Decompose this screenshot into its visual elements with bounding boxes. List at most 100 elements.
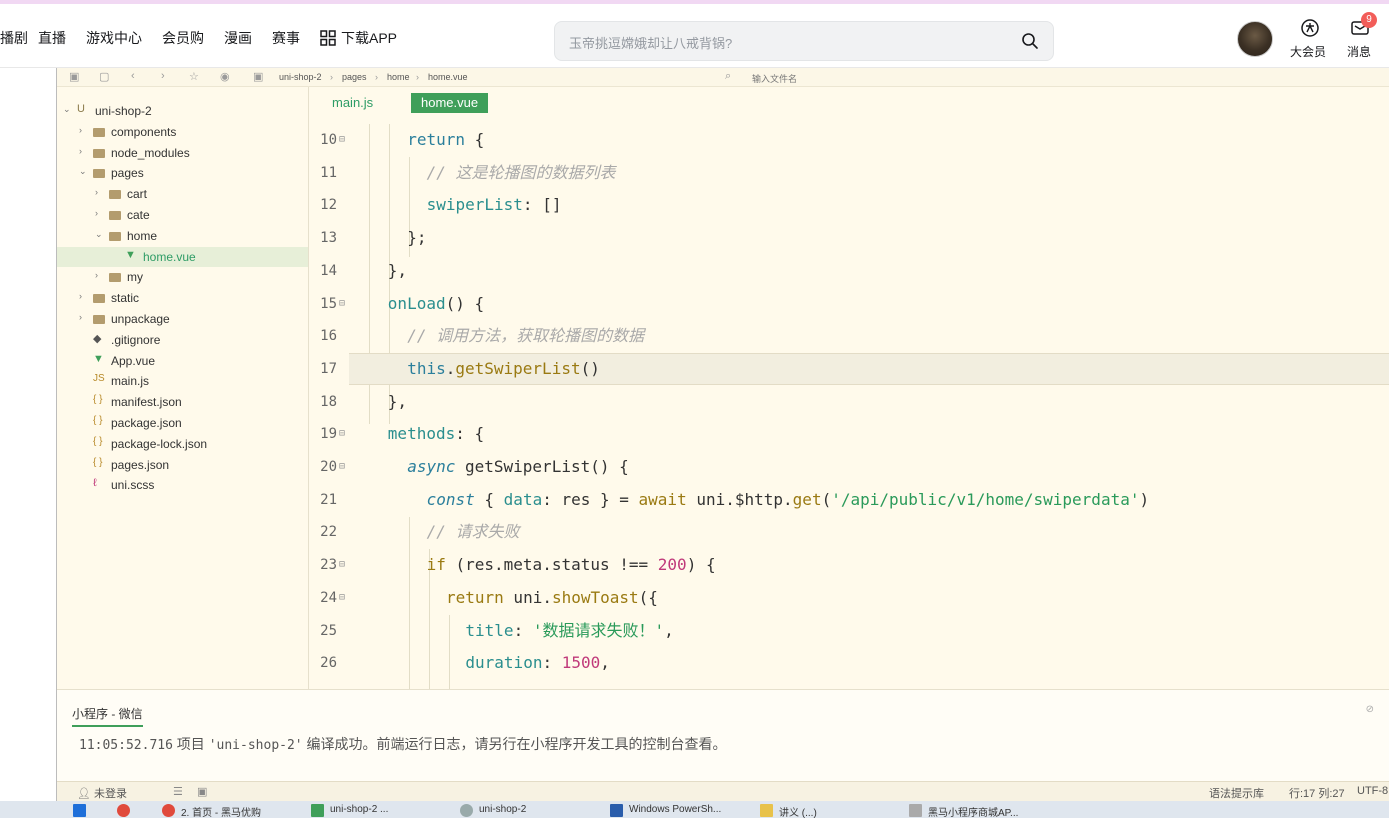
vip-label[interactable]: 大会员 [1290, 43, 1326, 60]
save-all-icon[interactable]: ▢ [99, 70, 109, 83]
tree-item[interactable]: { } manifest.json [57, 392, 308, 412]
code-line[interactable]: 24 ⊟ return uni.showToast({ [309, 582, 1389, 614]
code-line[interactable]: 13}; [309, 222, 1389, 254]
nav-item-drama[interactable]: 播剧 [0, 28, 28, 48]
fold-icon[interactable]: ⊟ [339, 549, 345, 581]
chevron-right-icon[interactable]: › [79, 146, 82, 156]
code-line[interactable]: 20 ⊟ async getSwiperList() { [309, 451, 1389, 483]
taskbar-app-6[interactable]: 黑马小程序商城AP... [909, 804, 1018, 819]
tree-item[interactable]: › unpackage [57, 309, 308, 329]
chevron-right-icon[interactable]: › [79, 291, 82, 301]
breadcrumb-pages[interactable]: pages [342, 72, 367, 82]
tree-item[interactable]: ⌄ home [57, 226, 308, 246]
messages-label[interactable]: 消息 [1347, 43, 1371, 60]
code-line[interactable]: 16 // 调用方法，获取轮播图的数据 [309, 320, 1389, 352]
search-icon[interactable] [1021, 32, 1039, 50]
search-input[interactable]: 玉帝挑逗嫦娥却让八戒背锅? [569, 33, 732, 52]
code-line[interactable]: 12 swiperList: [] [309, 189, 1389, 221]
fold-icon[interactable]: ⊟ [339, 288, 345, 320]
vue-file-icon: ▼ [93, 352, 104, 365]
fold-icon[interactable]: ⊟ [339, 418, 345, 450]
code-line[interactable]: 15 ⊟ onLoad() { [309, 288, 1389, 320]
tree-item[interactable]: › components [57, 122, 308, 142]
code-line[interactable]: 17 this.getSwiperList() [309, 353, 1389, 385]
vip-icon[interactable] [1300, 18, 1320, 38]
code-line[interactable]: 11 // 这是轮播图的数据列表 [309, 157, 1389, 189]
tree-item[interactable]: ⌄ Uuni-shop-2 [57, 101, 308, 121]
tree-item[interactable]: › cate [57, 205, 308, 225]
tree-item[interactable]: { } package.json [57, 413, 308, 433]
syntax-hint[interactable]: 语法提示库 [1209, 785, 1264, 801]
tree-item[interactable]: { } package-lock.json [57, 434, 308, 454]
nav-item-events[interactable]: 赛事 [272, 28, 300, 48]
tree-item[interactable]: ▼ App.vue [57, 351, 308, 371]
chevron-down-icon[interactable]: ⌄ [79, 166, 87, 177]
nav-item-vip-shop[interactable]: 会员购 [162, 28, 204, 48]
tab-home-vue[interactable]: home.vue [411, 93, 489, 113]
user-icon: 👤︎ [77, 788, 91, 800]
taskbar-app-3[interactable]: uni-shop-2 [460, 804, 526, 818]
code-line[interactable]: 18}, [309, 386, 1389, 418]
code-editor[interactable]: main.js home.vue 10 ⊟ return {11// 这是轮播图的数… [309, 87, 1389, 689]
fold-icon[interactable]: ⊟ [339, 451, 345, 483]
console-clear-icon[interactable]: ⊘ [1366, 704, 1374, 715]
save-icon[interactable]: ▣ [69, 70, 79, 83]
chevron-down-icon[interactable]: ⌄ [95, 229, 103, 240]
chevron-right-icon[interactable]: › [79, 125, 82, 135]
taskbar-app-1[interactable]: 2. 首页 - 黑马优购 [162, 804, 261, 819]
line-number: 17 [320, 360, 337, 377]
list-icon[interactable]: ☰ [173, 785, 183, 798]
tree-item[interactable]: › my [57, 267, 308, 287]
tree-item[interactable]: JS main.js [57, 371, 308, 391]
taskbar-app-4[interactable]: Windows PowerSh... [610, 804, 721, 818]
login-status[interactable]: 👤︎ 未登录 [77, 785, 127, 801]
nav-item-download-app[interactable]: 下载APP [320, 28, 397, 48]
code-line[interactable]: 26 duration: 1500, [309, 647, 1389, 679]
tree-item[interactable]: › static [57, 288, 308, 308]
chevron-right-icon[interactable]: › [95, 208, 98, 218]
tree-item[interactable]: ◆ .gitignore [57, 330, 308, 350]
code-line[interactable]: 10 ⊟ return { [309, 124, 1389, 156]
back-icon[interactable]: ‹ [131, 70, 135, 82]
nav-item-game-center[interactable]: 游戏中心 [86, 28, 142, 48]
taskbar-app-2[interactable]: uni-shop-2 ... [311, 804, 388, 818]
breadcrumb-project[interactable]: uni-shop-2 [279, 72, 322, 82]
fold-icon[interactable]: ⊟ [339, 582, 345, 614]
code-line[interactable]: 22 // 请求失败 [309, 516, 1389, 548]
chevron-down-icon[interactable]: ⌄ [63, 104, 71, 115]
tab-main-js[interactable]: main.js [322, 93, 383, 113]
search-box[interactable]: 玉帝挑逗嫦娥却让八戒背锅? [554, 21, 1054, 61]
breadcrumb-home[interactable]: home [387, 72, 410, 82]
file-search-input[interactable]: 输入文件名 [752, 72, 797, 85]
folder-icon [93, 294, 105, 304]
code-line[interactable]: 21 const { data: res } = await uni.$http.… [309, 484, 1389, 516]
tree-item[interactable]: ⌄ pages [57, 163, 308, 183]
code-line[interactable]: 25 title: '数据请求失败！', [309, 615, 1389, 647]
tree-item[interactable]: › node_modules [57, 143, 308, 163]
nav-item-comics[interactable]: 漫画 [224, 28, 252, 48]
code-line[interactable]: 14}, [309, 255, 1389, 287]
forward-icon[interactable]: › [161, 70, 165, 82]
console-tab-wechat[interactable]: 小程序 - 微信 [72, 705, 143, 727]
chevron-right-icon[interactable]: › [79, 312, 82, 322]
encoding[interactable]: UTF-8 [1357, 785, 1388, 797]
star-icon[interactable]: ☆ [189, 70, 199, 83]
chevron-right-icon[interactable]: › [95, 187, 98, 197]
avatar[interactable] [1237, 21, 1273, 57]
taskbar-app-5[interactable]: 讲义 (...) [760, 804, 817, 819]
terminal-icon[interactable]: ▣ [197, 785, 207, 798]
tree-item[interactable]: { } pages.json [57, 455, 308, 475]
code-line[interactable]: 19 ⊟ methods: { [309, 418, 1389, 450]
chevron-right-icon[interactable]: › [95, 270, 98, 280]
tree-item[interactable]: ▼ home.vue [57, 246, 308, 267]
windows-start-icon[interactable] [73, 804, 92, 818]
cursor-position: 行:17 列:27 [1289, 788, 1345, 800]
breadcrumb-file[interactable]: home.vue [428, 72, 468, 82]
taskbar-chrome[interactable] [117, 804, 136, 818]
run-icon[interactable]: ◉ [220, 70, 230, 83]
fold-icon[interactable]: ⊟ [339, 124, 345, 156]
tree-item[interactable]: ℓ uni.scss [57, 475, 308, 495]
tree-item[interactable]: › cart [57, 184, 308, 204]
code-line[interactable]: 23 ⊟ if (res.meta.status !== 200) { [309, 549, 1389, 581]
nav-item-live[interactable]: 直播 [38, 28, 66, 48]
